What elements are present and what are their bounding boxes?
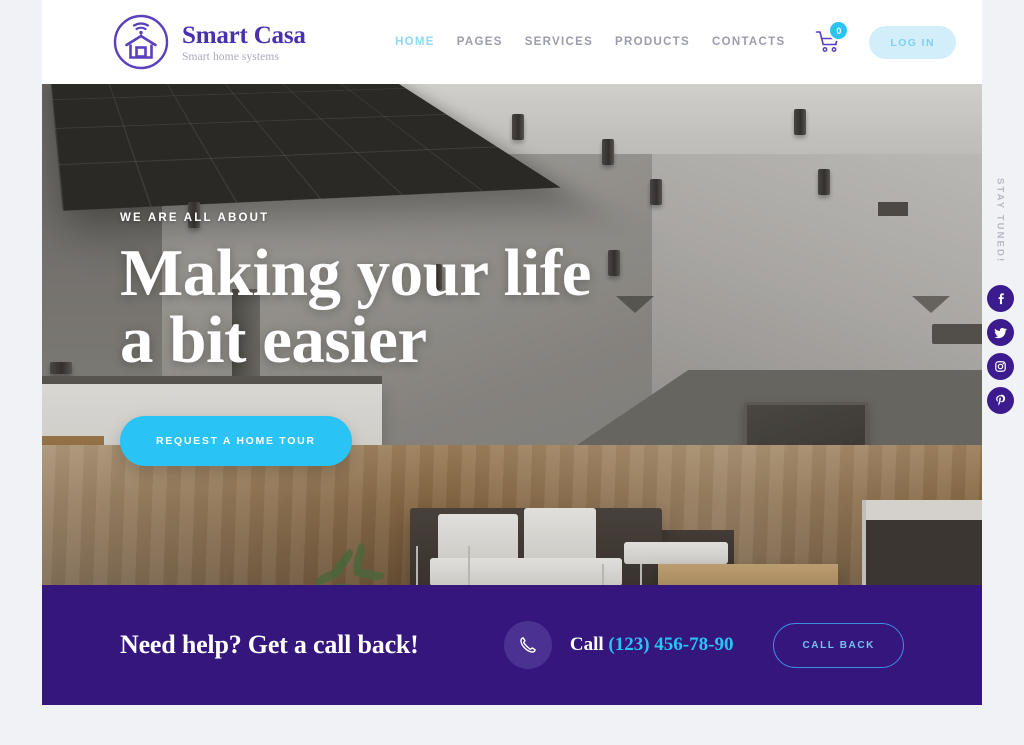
stay-tuned-label: STAY TUNED! xyxy=(994,178,1006,264)
hero-section: WE ARE ALL ABOUT Making your life a bit … xyxy=(42,84,982,585)
phone-handset-icon xyxy=(503,621,552,669)
nav-item-products[interactable]: PRODUCTS xyxy=(615,36,690,48)
hero-eyebrow: WE ARE ALL ABOUT xyxy=(120,212,270,224)
header-actions: 0 LOG IN xyxy=(815,22,956,59)
call-back-button[interactable]: CALL BACK xyxy=(773,622,904,668)
instagram-icon[interactable] xyxy=(986,353,1014,381)
brand-logo[interactable]: Smart Casa Smart home systems xyxy=(112,13,306,71)
twitter-icon[interactable] xyxy=(986,319,1014,347)
facebook-icon[interactable] xyxy=(986,285,1014,313)
main-nav: HOME PAGES SERVICES PRODUCTS CONTACTS xyxy=(395,36,785,48)
brand-tagline: Smart home systems xyxy=(182,51,279,64)
callback-heading: Need help? Get a call back! xyxy=(120,630,419,659)
pinterest-icon[interactable] xyxy=(986,387,1014,415)
cart-count-badge: 0 xyxy=(830,22,848,39)
site-container: Smart Casa Smart home systems HOME PAGES… xyxy=(42,0,982,705)
call-prefix: Call xyxy=(569,634,604,655)
nav-item-contacts[interactable]: CONTACTS xyxy=(712,36,785,48)
brand-name: Smart Casa xyxy=(182,21,306,49)
hero-content: WE ARE ALL ABOUT Making your life a bit … xyxy=(120,212,591,466)
smart-home-wifi-icon xyxy=(112,13,170,71)
phone-number[interactable]: (123) 456-78-90 xyxy=(608,634,733,655)
nav-item-pages[interactable]: PAGES xyxy=(457,36,503,48)
request-home-tour-button[interactable]: REQUEST A HOME TOUR xyxy=(120,416,352,466)
login-button[interactable]: LOG IN xyxy=(869,25,956,59)
hero-title-line-1: Making your life xyxy=(120,236,591,310)
shopping-cart-icon[interactable]: 0 xyxy=(815,22,848,55)
hero-title: Making your life a bit easier xyxy=(120,240,591,374)
callback-phone-text: Call (123) 456-78-90 xyxy=(570,634,734,656)
hero-title-line-2: a bit easier xyxy=(120,303,427,377)
callback-contact: Call (123) 456-78-90 CALL BACK xyxy=(503,621,904,669)
page-root: Smart Casa Smart home systems HOME PAGES… xyxy=(0,0,1024,745)
site-header: Smart Casa Smart home systems HOME PAGES… xyxy=(42,0,982,84)
nav-item-services[interactable]: SERVICES xyxy=(525,36,593,48)
callback-bar: Need help? Get a call back! Call (123) 4… xyxy=(42,585,982,705)
social-rail: STAY TUNED! xyxy=(982,178,1018,421)
brand-text: Smart Casa Smart home systems xyxy=(182,21,306,63)
nav-item-home[interactable]: HOME xyxy=(395,36,435,48)
